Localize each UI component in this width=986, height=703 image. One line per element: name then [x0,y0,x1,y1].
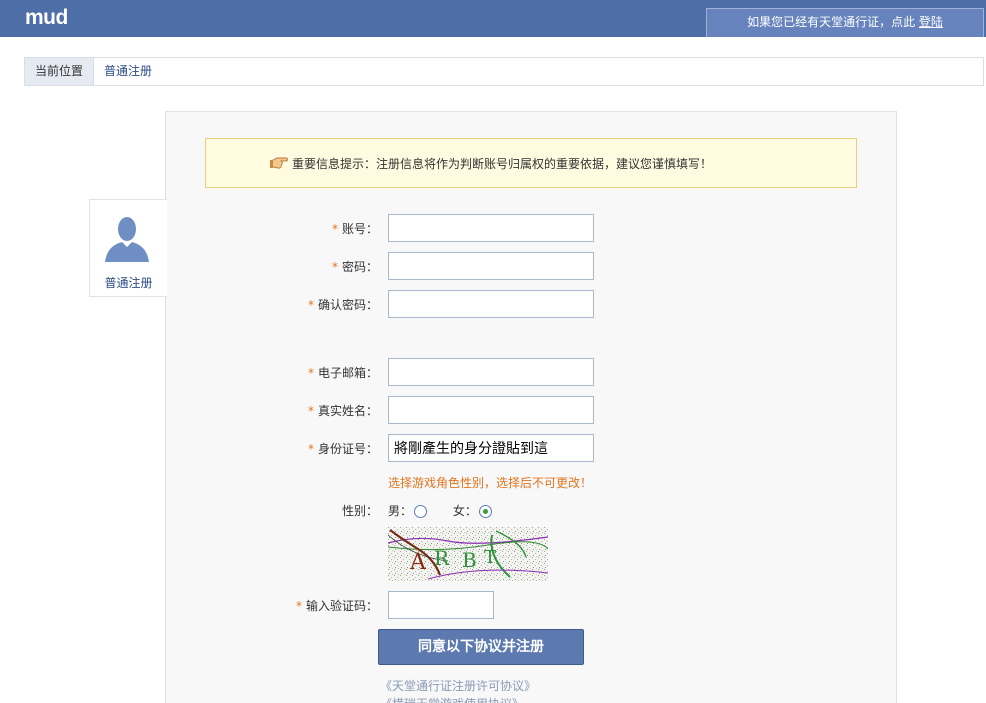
captcha-input[interactable] [388,591,494,619]
captcha-char-4: T [484,547,496,568]
gender-male-option[interactable]: 男： [388,502,428,519]
agreement-link-2[interactable]: 《横瑞天堂游戏使用协议》 [380,695,524,703]
email-label: * 电子邮箱： [258,364,378,381]
captcha-char-1: A [409,550,427,575]
captcha-label: * 输入验证码： [258,597,378,614]
gender-female-label: 女： [452,504,477,518]
captcha-label-text: 输入验证码： [305,599,378,613]
confirm-password-label: * 确认密码： [258,296,378,313]
notice-text: 重要信息提示：注册信息将作为判断账号归属权的重要依据，建议您谨慎填写！ [292,157,713,171]
site-logo: mud [25,6,68,29]
top-bar: mud 如果您已经有天堂通行证，点此 登陆 [0,0,986,37]
account-label: * 账号： [258,220,378,237]
idcard-label: * 身份证号： [258,440,378,457]
email-label-text: 电子邮箱： [317,366,378,380]
gender-label: 性别： [341,504,378,518]
confirm-password-label-text: 确认密码： [317,298,378,312]
user-avatar-icon [101,214,153,264]
breadcrumb: 当前位置 普通注册 [24,57,984,86]
account-label-text: 账号： [341,222,378,236]
gender-male-label: 男： [388,504,413,518]
required-mark: * [307,298,314,312]
gender-female-option[interactable]: 女： [453,502,492,519]
captcha-char-3: B [462,548,477,572]
gender-hint: 选择游戏角色性别，选择后不可更改！ [388,476,593,490]
required-mark: * [331,222,338,236]
password-label-text: 密码： [341,260,378,274]
breadcrumb-label: 当前位置 [25,58,94,85]
captcha-char-2: R [434,546,450,570]
gender-male-radio[interactable] [414,505,428,518]
agreement-link-1[interactable]: 《天堂通行证注册许可协议》 [380,677,536,694]
login-prompt-text: 如果您已经有天堂通行证，点此 [747,15,916,29]
captcha-image[interactable]: A R B T [388,527,548,581]
agree-register-button[interactable]: 同意以下协议并注册 [378,629,584,665]
account-input[interactable] [388,214,594,242]
sidebar-tab-normal-register[interactable]: 普通注册 [89,199,167,297]
required-mark: * [307,442,314,456]
idcard-input[interactable] [388,434,594,462]
realname-label: * 真实姓名： [258,402,378,419]
idcard-label-text: 身份证号： [317,442,378,456]
confirm-password-input[interactable] [388,290,594,318]
required-mark: * [331,260,338,274]
email-input[interactable] [388,358,594,386]
login-prompt: 如果您已经有天堂通行证，点此 登陆 [706,8,984,37]
required-mark: * [307,404,314,418]
required-mark: * [307,366,314,380]
required-mark: * [295,599,302,613]
breadcrumb-current[interactable]: 普通注册 [104,58,152,85]
gender-options: 男： 女： [388,502,514,519]
gender-female-radio[interactable] [478,505,492,518]
sidebar-label: 普通注册 [104,276,153,290]
hand-pointer-icon [270,157,288,169]
login-link[interactable]: 登陆 [919,15,943,29]
password-input[interactable] [388,252,594,280]
notice-box: 重要信息提示：注册信息将作为判断账号归属权的重要依据，建议您谨慎填写！ [205,138,857,188]
realname-input[interactable] [388,396,594,424]
realname-label-text: 真实姓名： [317,404,378,418]
password-label: * 密码： [258,258,378,275]
